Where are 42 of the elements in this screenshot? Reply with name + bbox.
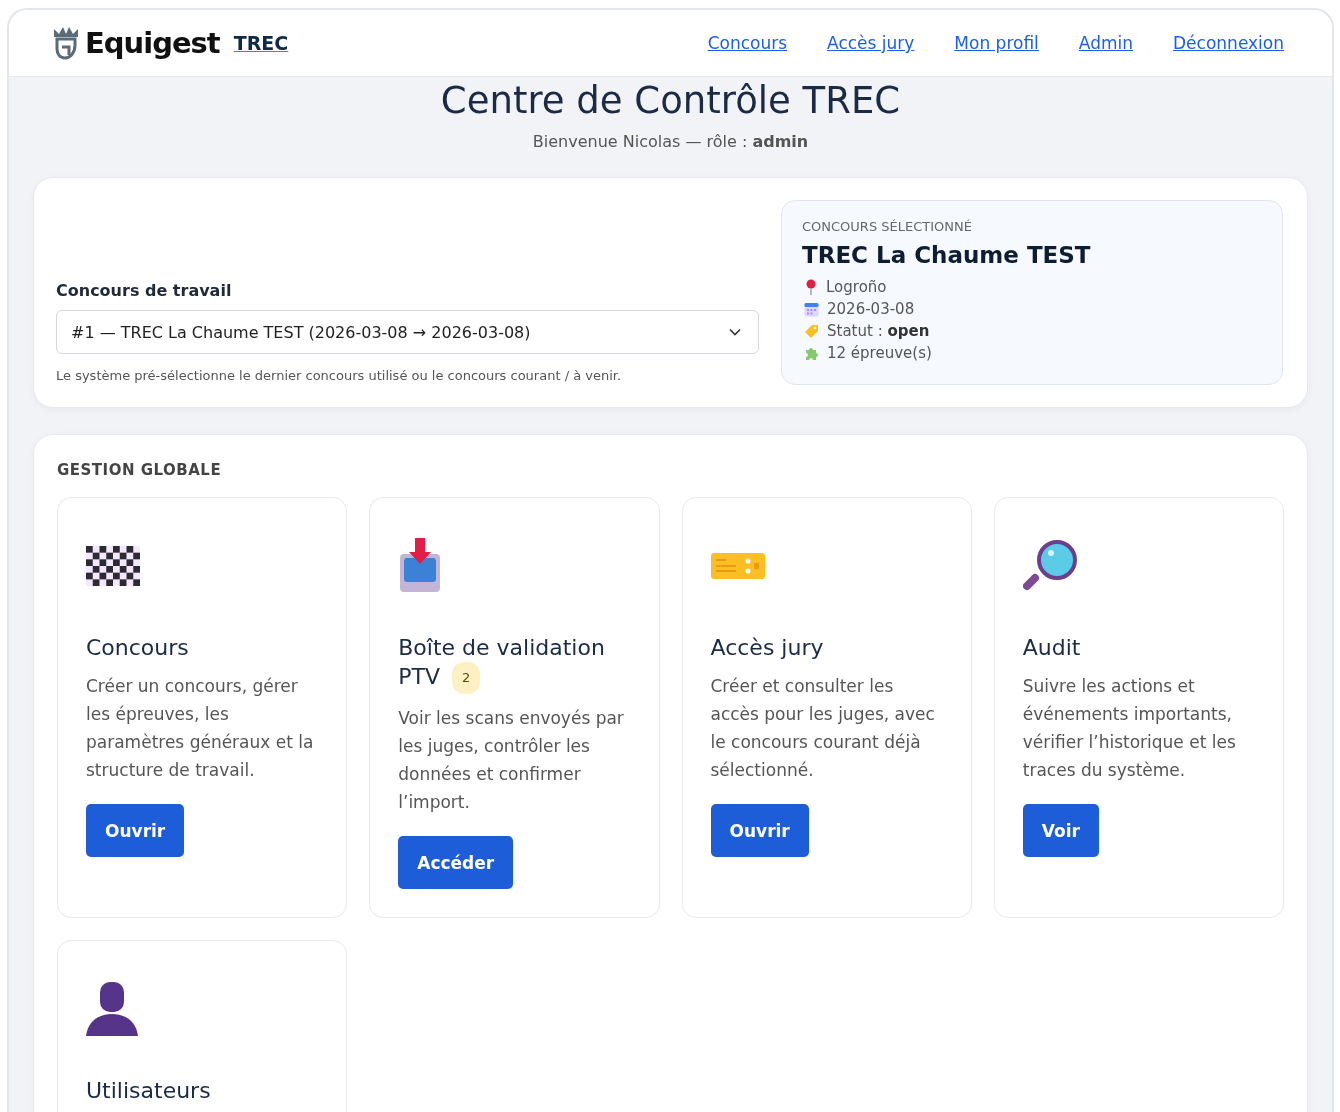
brand-name: Equigest: [85, 26, 220, 60]
open-button[interactable]: Accéder: [398, 836, 514, 889]
ticket-icon: [710, 551, 765, 581]
contest-detail: Logroño: [826, 278, 887, 296]
contest-detail: Statut : open: [827, 322, 930, 340]
user-silhouette-icon: [86, 982, 138, 1036]
field-label: Concours de travail: [56, 281, 233, 300]
nav-link[interactable]: Accès jury: [827, 33, 915, 53]
pin-icon: [804, 279, 818, 295]
card-description: Créer et consulter les accès pour les juges, avec le concours courant déjà sélectionné.: [710, 675, 936, 782]
crown-logo-icon: [51, 25, 81, 61]
checkered-flag-icon: [86, 546, 140, 586]
inbox-tray-icon: [398, 538, 443, 594]
card-eyebrow: CONCOURS SÉLECTIONNÉ: [802, 219, 973, 234]
nav-link[interactable]: Admin: [1078, 33, 1134, 53]
contest-name: TREC La Chaume TEST: [802, 242, 1092, 268]
nav-link[interactable]: Mon profil: [954, 33, 1039, 53]
card-title: Boîte de validation PTV 2: [398, 634, 631, 694]
page-title: Centre de Contrôle TREC: [439, 79, 902, 122]
card-description: Suivre les actions et événements importants, vérifier l’historique et les traces du système.: [1022, 675, 1237, 782]
hint-text: Le système pré-sélectionne le dernier concours utilisé ou le concours courant / à venir.: [56, 368, 623, 383]
tag-icon: [804, 323, 819, 339]
nav-link[interactable]: Concours: [707, 33, 788, 53]
card-title: Accès jury: [710, 634, 825, 662]
section-title: GESTION GLOBALE: [57, 461, 223, 479]
card-title: Utilisateurs: [86, 1077, 212, 1105]
open-button[interactable]: Ouvrir: [86, 804, 185, 857]
card-title: Concours: [86, 634, 190, 662]
count-badge: 2: [452, 662, 481, 694]
open-button[interactable]: Voir: [1022, 804, 1099, 857]
card-description: Créer un concours, gérer les épreuves, les paramètres généraux et la structure de travail.: [86, 675, 315, 782]
card-description: Voir les scans envoyés par les juges, contrôler les données et confirmer l’import.: [398, 707, 625, 814]
puzzle-icon: [804, 345, 819, 361]
open-button[interactable]: Ouvrir: [710, 804, 809, 857]
nav-link[interactable]: Déconnexion: [1173, 33, 1284, 53]
welcome-text: Bienvenue Nicolas — rôle : admin: [531, 132, 810, 151]
contest-detail: 12 épreuve(s): [827, 344, 932, 362]
calendar-icon: [804, 301, 819, 317]
card-title: Audit: [1022, 634, 1082, 662]
contest-detail: 2026-03-08: [827, 300, 915, 318]
contest-select[interactable]: #1 — TREC La Chaume TEST (2026-03-08 → 2026-03-08): [56, 310, 759, 354]
brand-link[interactable]: TREC: [233, 32, 289, 54]
